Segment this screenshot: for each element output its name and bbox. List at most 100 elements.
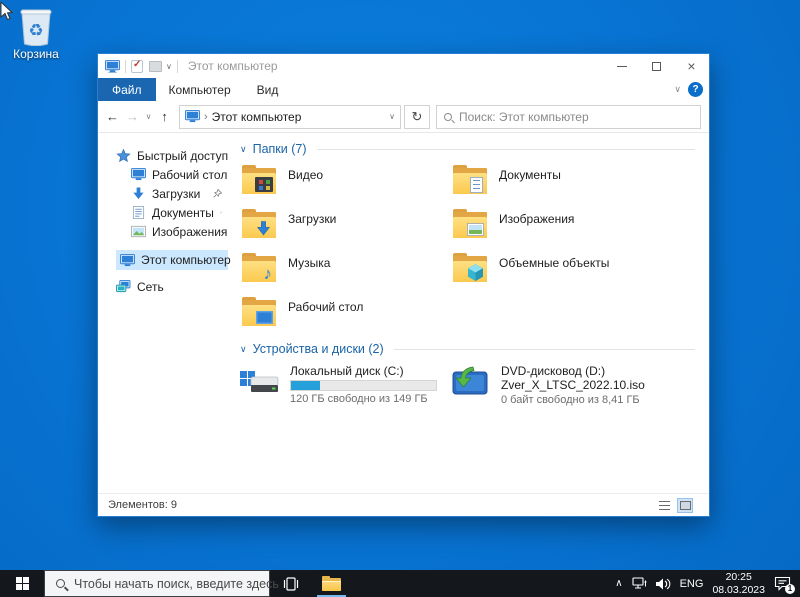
video-folder-icon <box>242 165 276 194</box>
back-button[interactable]: ← <box>104 109 121 124</box>
show-hidden-icons-chevron-icon[interactable]: ∧ <box>615 578 622 589</box>
status-bar: Элементов: 9 <box>98 493 709 516</box>
collapse-chevron-icon[interactable]: ∨ <box>240 144 247 155</box>
tab-file[interactable]: Файл <box>98 78 156 101</box>
up-button[interactable]: ↑ <box>156 109 173 124</box>
start-button[interactable] <box>0 570 44 597</box>
sidebar-item-label: Рабочий стол <box>152 167 228 182</box>
maximize-button[interactable] <box>639 54 674 78</box>
documents-folder-icon <box>453 165 487 194</box>
folder-tile-pictures[interactable]: Изображения <box>451 207 662 251</box>
help-button[interactable]: ? <box>688 82 703 97</box>
address-toolbar: ← → ∨ ↑ › Этот компьютер ∨ ↻ Поиск: Этот… <box>98 101 709 133</box>
language-indicator[interactable]: ENG <box>680 578 704 590</box>
folders-grid: Видео Документы Загрузки Изображения ♪ М… <box>240 163 695 339</box>
svg-text:♻: ♻ <box>28 21 43 40</box>
this-pc-window-icon <box>105 59 120 73</box>
large-icons-view-icon <box>679 500 691 510</box>
divider <box>176 59 178 73</box>
refresh-icon: ↻ <box>411 108 423 124</box>
minimize-icon <box>616 65 627 67</box>
sidebar-item-network[interactable]: Сеть <box>98 277 230 296</box>
sidebar-item-desktop[interactable]: Рабочий стол <box>98 165 230 184</box>
divider <box>316 148 695 150</box>
caption-buttons: × <box>604 54 709 78</box>
divider <box>125 59 126 73</box>
sidebar-item-label: Быстрый доступ <box>137 148 229 163</box>
folder-tile-documents[interactable]: Документы <box>451 163 662 207</box>
download-arrow-icon <box>133 187 144 200</box>
sidebar-item-documents[interactable]: Документы <box>98 203 230 222</box>
folder-tile-desktop[interactable]: Рабочий стол <box>240 295 451 339</box>
close-icon: × <box>687 58 696 74</box>
file-explorer-icon <box>322 576 341 591</box>
clock-time: 20:25 <box>725 570 752 583</box>
pictures-folder-icon <box>453 209 487 238</box>
music-note-icon: ♪ <box>263 264 273 283</box>
new-folder-quick-icon[interactable] <box>149 60 162 72</box>
volume-tray-icon[interactable] <box>655 578 671 590</box>
drive-name: Локальный диск (C:) <box>290 364 404 378</box>
this-pc-icon <box>120 253 135 266</box>
task-view-button[interactable] <box>270 570 311 597</box>
cube-icon <box>468 264 483 281</box>
devices-section-header[interactable]: ∨ Устройства и диски (2) <box>240 341 695 357</box>
customize-toolbar-chevron-icon[interactable]: ∨ <box>166 62 172 71</box>
drive-c-tile[interactable]: Локальный диск (C:) 120 ГБ свободно из 1… <box>240 364 451 410</box>
close-button[interactable]: × <box>674 54 709 78</box>
disk-usage-bar <box>290 380 437 391</box>
file-explorer-taskbar-button[interactable] <box>311 570 352 597</box>
address-dropdown-chevron-icon[interactable]: ∨ <box>389 112 395 121</box>
sidebar-item-quick-access[interactable]: Быстрый доступ <box>98 146 230 165</box>
properties-quick-icon[interactable]: ✓ <box>131 59 143 73</box>
search-input[interactable]: Поиск: Этот компьютер <box>436 104 701 129</box>
dvd-drive-tile[interactable]: DVD-дисковод (D:) Zver_X_LTSC_2022.10.is… <box>451 364 662 410</box>
search-placeholder: Поиск: Этот компьютер <box>459 109 589 124</box>
action-center-button[interactable]: 1 <box>774 576 795 594</box>
folders-section-header[interactable]: ∨ Папки (7) <box>240 141 695 157</box>
taskbar-clock[interactable]: 20:25 08.03.2023 <box>712 571 765 596</box>
folder-tile-music[interactable]: ♪ Музыка <box>240 251 451 295</box>
desktop-icon <box>131 168 146 181</box>
pin-icon <box>213 189 222 198</box>
sidebar-item-label: Этот компьютер <box>141 253 231 267</box>
devices-grid: Локальный диск (C:) 120 ГБ свободно из 1… <box>240 364 695 410</box>
title-bar: ✓ ∨ Этот компьютер × <box>98 54 709 78</box>
window-title: Этот компьютер <box>187 59 278 73</box>
sidebar-item-this-pc[interactable]: Этот компьютер <box>116 250 231 270</box>
sidebar-item-pictures[interactable]: Изображения <box>98 222 230 241</box>
network-icon <box>116 280 131 293</box>
tab-computer[interactable]: Компьютер <box>156 78 244 101</box>
refresh-button[interactable]: ↻ <box>404 104 430 129</box>
windows-logo-icon <box>15 577 29 590</box>
sidebar-item-downloads[interactable]: Загрузки <box>98 184 230 203</box>
dvd-drive-icon <box>451 366 491 396</box>
navigation-pane: Быстрый доступ Рабочий стол Загрузки Док… <box>98 133 231 493</box>
folder-tile-3d-objects[interactable]: Объемные объекты <box>451 251 662 295</box>
folder-tile-downloads[interactable]: Загрузки <box>240 207 451 251</box>
hard-drive-icon <box>240 364 280 398</box>
section-title: Папки (7) <box>252 142 307 156</box>
items-count: Элементов: 9 <box>108 499 177 511</box>
drive-free-space: 120 ГБ свободно из 149 ГБ <box>290 393 428 405</box>
breadcrumb[interactable]: Этот компьютер <box>212 110 302 124</box>
expand-ribbon-chevron-icon[interactable]: ∨ <box>674 84 681 95</box>
recycle-bin-icon: ♻ <box>20 9 52 46</box>
details-view-button[interactable] <box>656 498 672 513</box>
minimize-button[interactable] <box>604 54 639 78</box>
ribbon-tabs: Файл Компьютер Вид ∨ ? <box>98 78 709 101</box>
address-bar[interactable]: › Этот компьютер ∨ <box>179 104 401 129</box>
taskbar-search-input[interactable]: Чтобы начать поиск, введите здесь <box>44 570 279 597</box>
details-view-icon <box>658 500 670 510</box>
search-icon <box>444 112 452 121</box>
large-icons-view-button[interactable] <box>677 497 693 513</box>
collapse-chevron-icon[interactable]: ∨ <box>240 344 247 355</box>
recent-locations-chevron-icon[interactable]: ∨ <box>144 112 153 121</box>
divider <box>393 348 695 350</box>
files-panel: ∨ Папки (7) Видео Документы Загрузки Изо… <box>230 133 709 493</box>
folder-tile-video[interactable]: Видео <box>240 163 451 207</box>
tab-view[interactable]: Вид <box>244 78 292 101</box>
network-tray-icon[interactable] <box>632 577 647 590</box>
recycle-bin-label: Корзина <box>13 47 59 61</box>
forward-button[interactable]: → <box>124 109 141 124</box>
